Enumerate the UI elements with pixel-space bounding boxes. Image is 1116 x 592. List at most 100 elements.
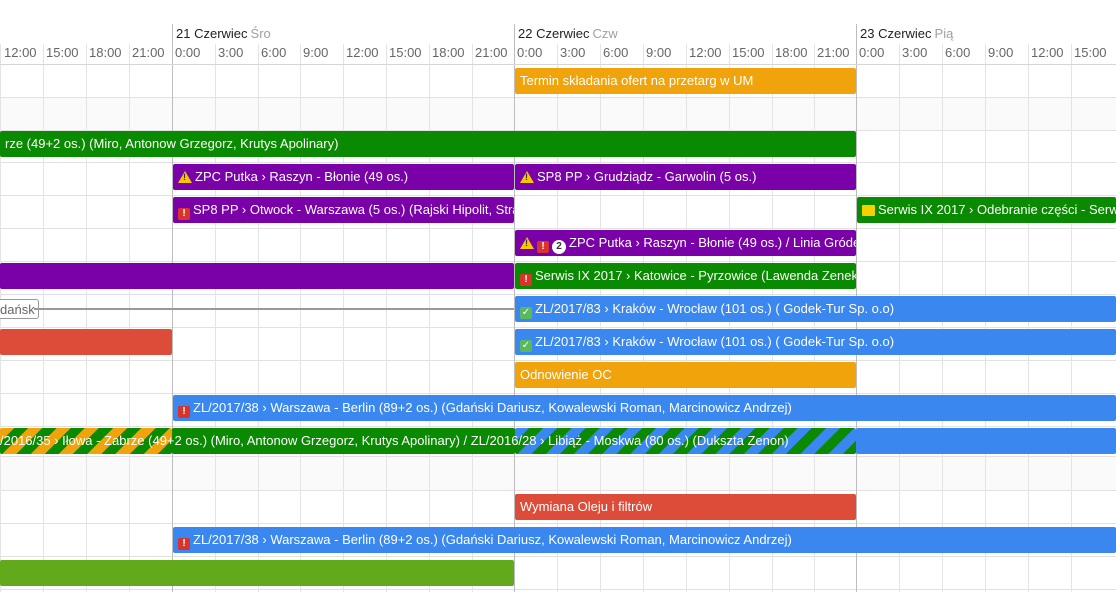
event-label: ZPC Putka › Raszyn - Błonie (49 os.) / L… (569, 235, 856, 250)
warning-icon (520, 171, 534, 183)
day-weekday: Czw (592, 26, 618, 41)
row-band (0, 456, 1116, 490)
day-date: 22 Czerwiec (518, 26, 590, 41)
event-label: ZPC Putka › Raszyn - Błonie (49 os.) (195, 169, 409, 184)
event-label: ZL/2017/83 › Kraków - Wrocław (101 os.) … (535, 301, 895, 316)
alert-icon: ! (178, 208, 190, 220)
hour-label: 12:00 (4, 45, 37, 60)
hour-label: 15:00 (46, 45, 79, 60)
row-line (0, 490, 1116, 491)
hour-line (86, 44, 87, 592)
note-icon (862, 205, 875, 216)
hour-label: 21:00 (132, 45, 165, 60)
hour-label: 18:00 (775, 45, 808, 60)
event-label: ZL/2017/83 › Kraków - Wrocław (101 os.) … (535, 334, 895, 349)
day-date: 21 Czerwiec (176, 26, 248, 41)
row-line (0, 393, 1116, 394)
event-bar[interactable]: ! ZL/2017/38 › Warszawa - Berlin (89+2 os… (173, 527, 1116, 553)
row-line (0, 556, 1116, 557)
event-bar[interactable]: ✓ ZL/2017/83 › Kraków - Wrocław (101 os.)… (515, 329, 1116, 355)
hour-line (386, 44, 387, 592)
row-line (0, 327, 1116, 328)
event-label: SP8 PP › Otwock - Warszawa (5 os.) (Rajs… (193, 202, 514, 217)
hour-line (129, 44, 130, 592)
warning-icon (520, 237, 534, 249)
event-connector (34, 308, 514, 310)
event-bar-combined[interactable]: /2016/35 › Iłowa - Zabrze (49+2 os.) (Mi… (0, 428, 1116, 454)
row-line (0, 589, 1116, 590)
row-line (0, 195, 1116, 196)
hour-label: 12:00 (1031, 45, 1064, 60)
row-line (0, 360, 1116, 361)
row-line (0, 456, 1116, 457)
event-bar[interactable]: ! Serwis IX 2017 › Katowice - Pyrzowice (… (515, 263, 856, 289)
count-badge: 2 (552, 240, 566, 254)
event-bar[interactable]: ✓ ZL/2017/83 › Kraków - Wrocław (101 os.)… (515, 296, 1116, 322)
event-bar[interactable]: Wymiana Oleju i filtrów (515, 494, 856, 520)
hour-label: 3:00 (218, 45, 244, 60)
event-bar[interactable]: SP8 PP › Grudziądz - Garwolin (5 os.) (515, 164, 856, 190)
hour-line (300, 44, 301, 592)
event-bar[interactable]: Termin składania ofert na przetarg w UM (515, 68, 856, 94)
hour-label: 0:00 (175, 45, 201, 60)
event-label: Odnowienie OC (520, 367, 612, 382)
hour-label: 15:00 (732, 45, 765, 60)
hour-label: 18:00 (89, 45, 122, 60)
hour-label: 3:00 (902, 45, 928, 60)
event-bar[interactable] (0, 263, 514, 289)
row-line (0, 97, 1116, 98)
event-bar[interactable]: Odnowienie OC (515, 362, 856, 388)
alert-icon: ! (178, 406, 190, 418)
event-label: Wymiana Oleju i filtrów (520, 499, 653, 514)
event-stub[interactable]: dańsk (0, 299, 39, 319)
event-label: ZL/2017/38 › Warszawa - Berlin (89+2 os.… (193, 400, 792, 415)
row-line (0, 261, 1116, 262)
row-line (0, 523, 1116, 524)
hour-label: 9:00 (988, 45, 1014, 60)
row-line (0, 162, 1116, 163)
hour-label: 3:00 (560, 45, 586, 60)
hour-line (472, 44, 473, 592)
event-bar[interactable]: ! ZL/2017/38 › Warszawa - Berlin (89+2 os… (173, 395, 1116, 421)
row-line (0, 426, 1116, 427)
row-line (0, 228, 1116, 229)
event-label: Serwis IX 2017 › Odebranie części - Serw… (878, 202, 1116, 217)
hour-label: 9:00 (303, 45, 329, 60)
alert-icon: ! (178, 538, 190, 550)
hour-label: 21:00 (475, 45, 508, 60)
row-band (0, 98, 1116, 130)
hour-label: 15:00 (1074, 45, 1107, 60)
event-bar[interactable] (0, 329, 172, 355)
day-header: 23 Czerwiec Pią (860, 26, 953, 41)
event-label: ZL/2017/38 › Warszawa - Berlin (89+2 os.… (193, 532, 792, 547)
event-bar[interactable]: Serwis IX 2017 › Odebranie części - Serw… (857, 197, 1116, 223)
alert-icon: ! (520, 274, 532, 286)
day-weekday: Pią (934, 26, 954, 41)
event-label: Termin składania ofert na przetarg w UM (520, 73, 754, 88)
hour-label: 6:00 (945, 45, 971, 60)
hour-line (343, 44, 344, 592)
day-weekday: Śro (250, 26, 271, 41)
event-label: dańsk (0, 302, 35, 317)
hour-label: 12:00 (346, 45, 379, 60)
event-bar[interactable]: !2ZPC Putka › Raszyn - Błonie (49 os.) /… (515, 230, 856, 256)
hour-label: 15:00 (389, 45, 422, 60)
hour-label: 9:00 (646, 45, 672, 60)
event-label: Serwis IX 2017 › Katowice - Pyrzowice (L… (535, 268, 856, 283)
event-bar[interactable] (0, 560, 514, 586)
hour-label: 12:00 (689, 45, 722, 60)
header-divider (0, 64, 1116, 65)
day-header: 22 Czerwiec Czw (518, 26, 618, 41)
alert-icon: ! (537, 241, 549, 253)
warning-icon (178, 171, 192, 183)
hour-label: 6:00 (603, 45, 629, 60)
event-bar[interactable]: rze (49+2 os.) (Miro, Antonow Grzegorz, … (0, 131, 856, 157)
event-bar[interactable]: ZPC Putka › Raszyn - Błonie (49 os.) (173, 164, 514, 190)
hour-label: 6:00 (261, 45, 287, 60)
row-line (0, 294, 1116, 295)
check-icon: ✓ (520, 307, 532, 319)
hour-label: 21:00 (817, 45, 850, 60)
event-label: rze (49+2 os.) (Miro, Antonow Grzegorz, … (5, 136, 339, 151)
hour-label: 0:00 (859, 45, 885, 60)
event-bar[interactable]: ! SP8 PP › Otwock - Warszawa (5 os.) (Raj… (173, 197, 514, 223)
